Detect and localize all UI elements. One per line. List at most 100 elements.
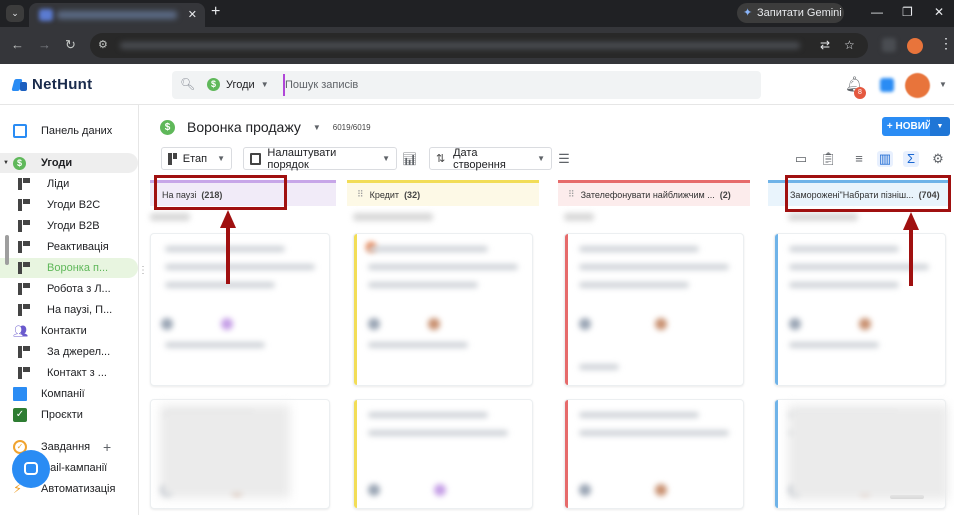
support-chat-button[interactable] — [12, 450, 50, 488]
new-record-dropdown-icon[interactable]: ▼ — [930, 117, 950, 136]
search-scope-label: Угоди — [226, 78, 255, 91]
minimize-button[interactable]: — — [871, 5, 883, 19]
maximize-button[interactable]: ❐ — [902, 5, 913, 19]
bookmark-star-icon[interactable]: ☆ — [844, 38, 855, 52]
tab-title-redacted — [57, 11, 177, 19]
pipeline-selector[interactable]: $ Воронка продажу ▼ 6019/6019 — [160, 119, 371, 135]
sidebar-item-label: Завдання — [41, 441, 91, 453]
card-text-redacted — [579, 264, 729, 270]
sidebar-item-contact-with[interactable]: Контакт з ... — [0, 363, 138, 383]
date-label: Дата створення — [453, 146, 506, 171]
integration-icon[interactable] — [880, 78, 894, 92]
sidebar-item-paused[interactable]: На паузі, П... — [0, 300, 138, 320]
browser-tab[interactable]: ✕ — [29, 3, 205, 27]
card-text-redacted — [165, 246, 285, 252]
forward-arrow-icon[interactable]: → — [38, 37, 51, 52]
sort-direction-icon[interactable]: ☰ — [556, 151, 572, 167]
pipeline-name: Воронка продажу — [187, 119, 301, 135]
sidebar-item-sales-funnel[interactable]: Воронка п... — [0, 258, 138, 278]
reload-icon[interactable]: ↻ — [65, 37, 76, 53]
assignee-avatar — [789, 318, 801, 330]
url-redacted — [120, 42, 800, 49]
record-count: 6019/6019 — [332, 122, 371, 132]
user-avatar[interactable] — [905, 73, 930, 98]
browser-profile-avatar[interactable] — [907, 38, 923, 54]
sidebar-item-deals-b2b[interactable]: Угоди B2B — [0, 216, 138, 236]
card-text-redacted — [165, 342, 265, 348]
card-text-redacted — [789, 246, 899, 252]
app-header: NetHunt 🔍︎ $ Угоди ▼ 🔔︎ 8 ▼ — [0, 64, 954, 105]
assignee-avatar — [579, 318, 591, 330]
card-stage-strip — [775, 234, 778, 385]
tab-search-icon[interactable]: ⌄ — [6, 5, 24, 22]
sidebar-item-dashboard[interactable]: Панель даних — [0, 121, 138, 141]
sidebar-item-contacts[interactable]: 👥︎ Контакти — [0, 321, 138, 341]
annotation-arrow-head — [220, 210, 236, 228]
sidebar-scrollbar[interactable] — [5, 235, 9, 265]
kanban-column-call-soon: ⠿ Зателефонувати найближчим ... (2) — [558, 180, 750, 509]
card-stage-strip — [775, 400, 778, 508]
sum-icon[interactable]: Σ — [903, 151, 919, 167]
sidebar-item-projects[interactable]: ✓ Проєкти — [0, 405, 138, 425]
chart-bars-icon[interactable]: 📊︎ — [402, 152, 417, 166]
expand-triangle-icon[interactable]: ▼ — [3, 160, 9, 166]
card-view-icon[interactable]: ▭ — [793, 151, 809, 167]
stage-select[interactable]: Етап ▼ — [161, 147, 232, 170]
extension-icon[interactable] — [882, 38, 896, 52]
annotation-highlight-box — [154, 175, 287, 210]
close-window-button[interactable]: ✕ — [934, 5, 944, 19]
column-name: Зателефонувати найближчим ... — [580, 189, 715, 200]
add-task-plus-icon[interactable]: + — [103, 439, 111, 455]
people-icon: 👥︎ — [13, 324, 29, 338]
ask-gemini-button[interactable]: ✦ Запитати Gemini — [737, 3, 844, 23]
search-scope-select[interactable]: $ Угоди ▼ — [207, 78, 269, 91]
search-input[interactable] — [285, 76, 745, 94]
tab-close-icon[interactable]: ✕ — [188, 8, 197, 21]
back-arrow-icon[interactable]: ← — [11, 37, 24, 52]
sidebar-item-leads-work[interactable]: Робота з Л... — [0, 279, 138, 299]
deal-card[interactable] — [564, 233, 744, 386]
clipboard-icon[interactable]: 📋︎ — [820, 151, 837, 167]
sidebar-item-leads[interactable]: Ліди — [0, 174, 138, 194]
user-menu-chevron-icon[interactable]: ▼ — [939, 80, 947, 89]
address-bar[interactable]: ⚙ ⇄ ☆ — [90, 33, 868, 58]
column-header[interactable]: ⠿ Зателефонувати найближчим ... (2) — [558, 180, 750, 206]
deal-card[interactable] — [353, 399, 533, 509]
browser-menu-icon[interactable]: ⋮ — [939, 35, 953, 52]
sidebar-item-label: Угоди B2B — [47, 220, 100, 232]
column-count: (32) — [404, 189, 421, 200]
order-select[interactable]: Налаштувати порядок ▼ — [243, 147, 397, 171]
sidebar-item-reactivation[interactable]: Реактивація — [0, 237, 138, 257]
deal-card[interactable] — [564, 399, 744, 509]
drag-grip-icon[interactable]: ⠿ — [357, 189, 364, 200]
deal-card[interactable] — [774, 233, 946, 386]
new-tab-button[interactable]: + — [211, 4, 220, 20]
sidebar-item-label: За джерел... — [47, 346, 111, 358]
sort-by-date-select[interactable]: ⇅ Дата створення ▼ — [429, 146, 552, 171]
chevron-down-icon: ▼ — [312, 122, 321, 132]
sidebar-item-label: Робота з Л... — [47, 283, 111, 295]
kanban-view-icon[interactable]: ▥ — [877, 151, 893, 167]
sidebar-item-deals-b2c[interactable]: Угоди B2C — [0, 195, 138, 215]
new-record-button[interactable]: + НОВИЙ — [882, 117, 937, 136]
site-info-icon[interactable]: ⚙ — [98, 38, 108, 51]
filter-icon[interactable]: ≡ — [851, 151, 867, 167]
annotation-highlight-box — [785, 175, 951, 212]
assignee-avatar — [434, 484, 446, 496]
sidebar-item-by-source[interactable]: За джерел... — [0, 342, 138, 362]
card-text-redacted — [368, 264, 518, 270]
sidebar-item-deals[interactable]: ▼ $ Угоди — [0, 153, 138, 173]
dollar-icon: $ — [13, 156, 26, 170]
deal-card[interactable] — [150, 233, 330, 386]
deal-card[interactable] — [353, 233, 533, 386]
dashboard-icon — [13, 124, 27, 138]
sidebar-item-companies[interactable]: Компанії — [0, 384, 138, 404]
column-header[interactable]: ⠿ Кредит (32) — [347, 180, 539, 206]
translate-icon[interactable]: ⇄ — [820, 38, 830, 52]
pipeline-icon — [18, 262, 30, 274]
card-text-redacted — [789, 264, 929, 270]
drag-grip-icon[interactable]: ⠿ — [568, 189, 575, 200]
pipeline-icon — [18, 346, 30, 358]
nethunt-logo[interactable]: NetHunt — [12, 76, 92, 93]
settings-gear-icon[interactable]: ⚙ — [930, 151, 946, 167]
